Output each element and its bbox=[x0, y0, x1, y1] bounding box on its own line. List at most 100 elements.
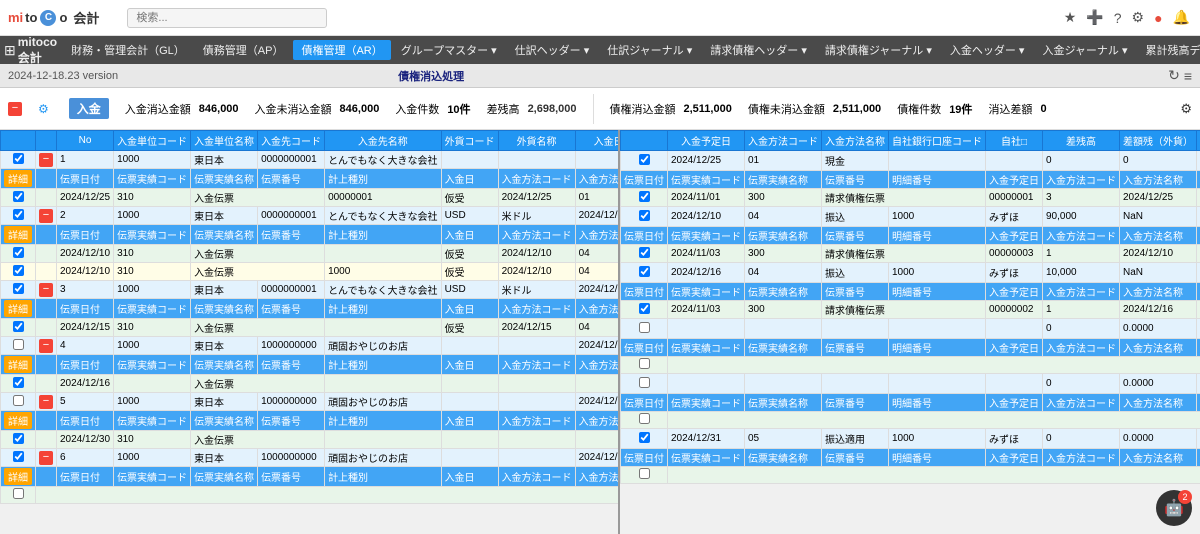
rsub-check[interactable] bbox=[621, 301, 668, 319]
rempty-check[interactable] bbox=[621, 467, 668, 484]
rrow-method-code: 01 bbox=[745, 151, 822, 171]
rrow-checkbox-cell[interactable] bbox=[621, 151, 668, 171]
col-gaika-code: 外貨コード bbox=[441, 131, 498, 151]
sub-hdr-btn-cell[interactable]: 詳細 bbox=[1, 467, 36, 487]
menu-icon[interactable]: ≡ bbox=[1184, 68, 1192, 84]
empty-checkbox[interactable] bbox=[13, 488, 24, 499]
rrow-checkbox[interactable] bbox=[639, 377, 650, 388]
row-checkbox[interactable] bbox=[13, 283, 24, 294]
nav-grid-icon[interactable]: ⊞ bbox=[4, 42, 16, 59]
row-saki-name: とんでもなく大きな会社 bbox=[325, 207, 442, 225]
row-checkbox-cell[interactable] bbox=[1, 281, 36, 299]
sub-hdr-btn-cell[interactable]: 詳細 bbox=[1, 355, 36, 375]
sub-check[interactable] bbox=[1, 431, 36, 449]
rrow-checkbox[interactable] bbox=[639, 432, 650, 443]
collapse-btn[interactable]: − bbox=[8, 102, 22, 116]
question-icon[interactable]: ? bbox=[1112, 8, 1124, 28]
nav-item-ap[interactable]: 債務管理（AP） bbox=[195, 40, 292, 60]
sub-check[interactable] bbox=[1, 245, 36, 263]
row-checkbox-cell[interactable] bbox=[1, 337, 36, 355]
row-checkbox[interactable] bbox=[13, 339, 24, 350]
search-box[interactable] bbox=[127, 8, 327, 28]
rempty-checkbox[interactable] bbox=[639, 358, 650, 369]
chat-bubble[interactable]: 🤖 2 bbox=[1156, 490, 1192, 526]
detail-button[interactable]: 詳細 bbox=[4, 468, 32, 485]
row-checkbox-cell[interactable] bbox=[1, 151, 36, 169]
nav-item-shiwake-header[interactable]: 仕訳ヘッダー ▾ bbox=[507, 40, 598, 60]
notification-icon[interactable]: 🔔 bbox=[1171, 7, 1192, 28]
rempty-checkbox[interactable] bbox=[639, 413, 650, 424]
sub-check[interactable] bbox=[1, 319, 36, 337]
row-minus-btn[interactable]: − bbox=[39, 209, 53, 223]
sub-checkbox[interactable] bbox=[13, 321, 24, 332]
nav-item-gl[interactable]: 財務・管理会計（GL） bbox=[63, 40, 193, 60]
nav-item-shiwake-journal[interactable]: 仕訳ジャーナル ▾ bbox=[599, 40, 700, 60]
row-checkbox[interactable] bbox=[13, 451, 24, 462]
star-icon[interactable]: ★ bbox=[1062, 7, 1079, 28]
sub-check[interactable] bbox=[1, 375, 36, 393]
rempty-checkbox[interactable] bbox=[639, 468, 650, 479]
row-checkbox[interactable] bbox=[13, 395, 24, 406]
refresh-icon[interactable]: ↻ bbox=[1168, 67, 1180, 84]
sub-hdr-btn-cell[interactable]: 詳細 bbox=[1, 299, 36, 319]
search-input[interactable] bbox=[127, 8, 327, 28]
rrow-checkbox-cell[interactable] bbox=[621, 319, 668, 339]
nav-item-nyukin-journal[interactable]: 入金ジャーナル ▾ bbox=[1034, 40, 1135, 60]
add-icon[interactable]: ➕ bbox=[1084, 7, 1105, 28]
rsub-check[interactable] bbox=[621, 245, 668, 263]
detail-button[interactable]: 詳細 bbox=[4, 412, 32, 429]
row-minus-btn[interactable]: − bbox=[39, 451, 53, 465]
row-minus-btn[interactable]: − bbox=[39, 395, 53, 409]
rsub-checkbox[interactable] bbox=[639, 247, 650, 258]
gear-icon[interactable]: ⚙ bbox=[1130, 7, 1147, 28]
detail-button[interactable]: 詳細 bbox=[4, 300, 32, 317]
row-minus-btn[interactable]: − bbox=[39, 283, 53, 297]
rsub-checkbox[interactable] bbox=[639, 303, 650, 314]
detail-button[interactable]: 詳細 bbox=[4, 356, 32, 373]
row-checkbox-cell[interactable] bbox=[1, 207, 36, 225]
sub-hdr-btn-cell[interactable]: 詳細 bbox=[1, 411, 36, 431]
rrow-checkbox[interactable] bbox=[639, 266, 650, 277]
nav-item-nyukin-header[interactable]: 入金ヘッダー ▾ bbox=[942, 40, 1033, 60]
row-checkbox[interactable] bbox=[13, 209, 24, 220]
sub-checkbox[interactable] bbox=[13, 191, 24, 202]
nav-item-group[interactable]: グループマスター ▾ bbox=[393, 40, 505, 60]
sub-checkbox[interactable] bbox=[13, 377, 24, 388]
rrow-checkbox-cell[interactable] bbox=[621, 207, 668, 227]
table-row: − 6 1000 東日本 1000000000 頑固おやじのお店 2024/12… bbox=[1, 449, 619, 467]
sub-check[interactable] bbox=[1, 263, 36, 281]
rrow-checkbox[interactable] bbox=[639, 322, 650, 333]
sub-empty bbox=[36, 189, 57, 207]
rempty-check[interactable] bbox=[621, 412, 668, 429]
detail-button[interactable]: 詳細 bbox=[4, 170, 32, 187]
sub-checkbox[interactable] bbox=[13, 265, 24, 276]
sub-hdr-btn-cell[interactable]: 詳細 bbox=[1, 225, 36, 245]
sub-checkbox[interactable] bbox=[13, 247, 24, 258]
empty-check[interactable] bbox=[1, 487, 36, 504]
nyukin-settings-icon[interactable]: ⚙ bbox=[38, 102, 49, 116]
detail-button[interactable]: 詳細 bbox=[4, 226, 32, 243]
rsub-check[interactable] bbox=[621, 189, 668, 207]
rsub-checkbox[interactable] bbox=[639, 191, 650, 202]
rsub-header-3: 伝票番号 bbox=[822, 339, 889, 357]
row-checkbox[interactable] bbox=[13, 153, 24, 164]
nav-item-ar[interactable]: 債権管理（AR） bbox=[293, 40, 390, 60]
row-checkbox-cell[interactable] bbox=[1, 393, 36, 411]
sub-hdr-btn-cell[interactable]: 詳細 bbox=[1, 169, 36, 189]
rrow-checkbox-cell[interactable] bbox=[621, 263, 668, 283]
rrow-checkbox-cell[interactable] bbox=[621, 429, 668, 449]
nav-item-ruikei[interactable]: 累計残高データ年別 ▾ bbox=[1137, 40, 1200, 60]
rempty-check[interactable] bbox=[621, 357, 668, 374]
nav-item-seikyu-journal[interactable]: 請求債権ジャーナル ▾ bbox=[817, 40, 940, 60]
row-minus-btn[interactable]: − bbox=[39, 339, 53, 353]
rrow-checkbox[interactable] bbox=[639, 210, 650, 221]
person-icon[interactable]: ● bbox=[1152, 8, 1164, 28]
sub-checkbox[interactable] bbox=[13, 433, 24, 444]
sub-check[interactable] bbox=[1, 189, 36, 207]
rrow-checkbox-cell[interactable] bbox=[621, 374, 668, 394]
right-settings-icon[interactable]: ⚙ bbox=[1180, 101, 1192, 117]
row-minus-btn[interactable]: − bbox=[39, 153, 53, 167]
rrow-checkbox[interactable] bbox=[639, 154, 650, 165]
row-checkbox-cell[interactable] bbox=[1, 449, 36, 467]
nav-item-seikyu-header[interactable]: 請求債権ヘッダー ▾ bbox=[702, 40, 815, 60]
